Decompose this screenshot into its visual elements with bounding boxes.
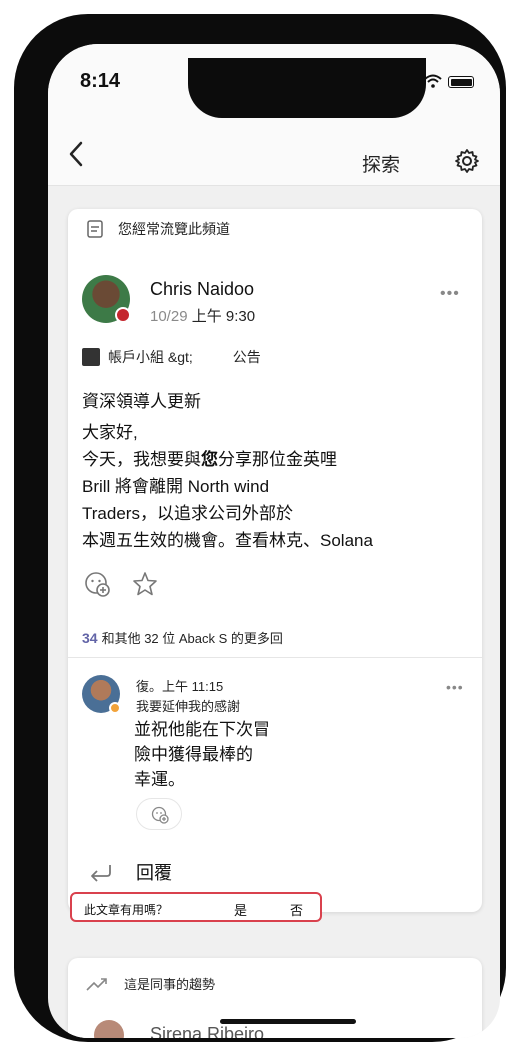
more-options-icon[interactable]: ••• [440, 285, 460, 303]
trending-header: 這是同事的趨勢 [86, 974, 215, 993]
divider [68, 657, 482, 658]
add-reaction-icon [151, 806, 169, 824]
post-time: 上午 9:30 [191, 308, 256, 325]
presence-busy-icon [115, 307, 131, 323]
page-title: 探索 [362, 155, 401, 176]
card-header: 您經常流覽此頻道 [86, 219, 230, 239]
feedback-prompt: 此文章有用嗎？ 是 否 [70, 892, 322, 922]
post-body: 大家好, 今天，我想要與您分享那位金英哩 Brill 將會離開 North wi… [82, 423, 373, 550]
trending-person-name[interactable]: Sirena Ribeiro [150, 1024, 264, 1038]
post-author[interactable]: Chris Naidoo [150, 279, 254, 300]
post-timestamp: 10/29 上午 9:30 [150, 305, 255, 326]
star-icon[interactable] [132, 571, 158, 597]
presence-away-icon [109, 702, 121, 714]
screen: 8:14 探索 您經常流覽此頻道 Chris Naidoo 10/29 上午 9… [48, 44, 500, 1038]
post-date: 10/29 [150, 308, 188, 325]
reply-timestamp: 復。上午 11:15 [136, 679, 224, 694]
reply-button[interactable]: 回覆 [88, 859, 172, 885]
phone-frame: 8:14 探索 您經常流覽此頻道 Chris Naidoo 10/29 上午 9… [14, 14, 506, 1042]
status-time: 8:14 [80, 70, 121, 92]
wifi-icon [424, 74, 442, 88]
gear-icon[interactable] [454, 148, 480, 174]
reply-first-line: 我要延伸我的感謝 [136, 699, 241, 714]
feedback-yes-button[interactable]: 是 [234, 900, 247, 919]
battery-icon [448, 76, 474, 88]
notch [188, 58, 426, 118]
trending-label: 這是同事的趨勢 [124, 977, 216, 992]
feedback-no-button[interactable]: 否 [290, 900, 303, 919]
more-replies-link[interactable]: 34 和其他 32 位 Aback S 的更多回 [82, 628, 283, 647]
home-indicator[interactable] [220, 1019, 356, 1024]
channel-post-icon [87, 220, 103, 238]
back-icon[interactable] [66, 140, 88, 168]
reply-reaction-button[interactable] [136, 798, 182, 830]
reply-button-label: 回覆 [136, 863, 172, 883]
team-name: 帳戶小組 &gt; [108, 349, 193, 365]
breadcrumb[interactable]: 帳戶小組 &gt; 公告 [82, 347, 261, 367]
post-card: 您經常流覽此頻道 Chris Naidoo 10/29 上午 9:30 ••• … [68, 209, 482, 912]
reply-icon [91, 865, 111, 882]
add-reaction-icon[interactable] [84, 571, 110, 597]
trending-card: 這是同事的趨勢 Sirena Ribeiro [68, 958, 482, 1038]
reply-body: 並祝他能在下次冒 險中獲得最棒的 幸運。 [134, 720, 270, 789]
post-subject: 資深領導人更新 [82, 392, 201, 411]
team-icon [82, 348, 100, 366]
reply-more-options-icon[interactable]: ••• [446, 679, 464, 695]
avatar[interactable] [94, 1020, 124, 1038]
trending-icon [86, 977, 107, 991]
channel-name: 公告 [232, 349, 261, 365]
top-nav: 探索 [48, 122, 500, 186]
card-header-label: 您經常流覽此頻道 [118, 221, 230, 237]
feedback-question: 此文章有用嗎？ [84, 903, 169, 917]
